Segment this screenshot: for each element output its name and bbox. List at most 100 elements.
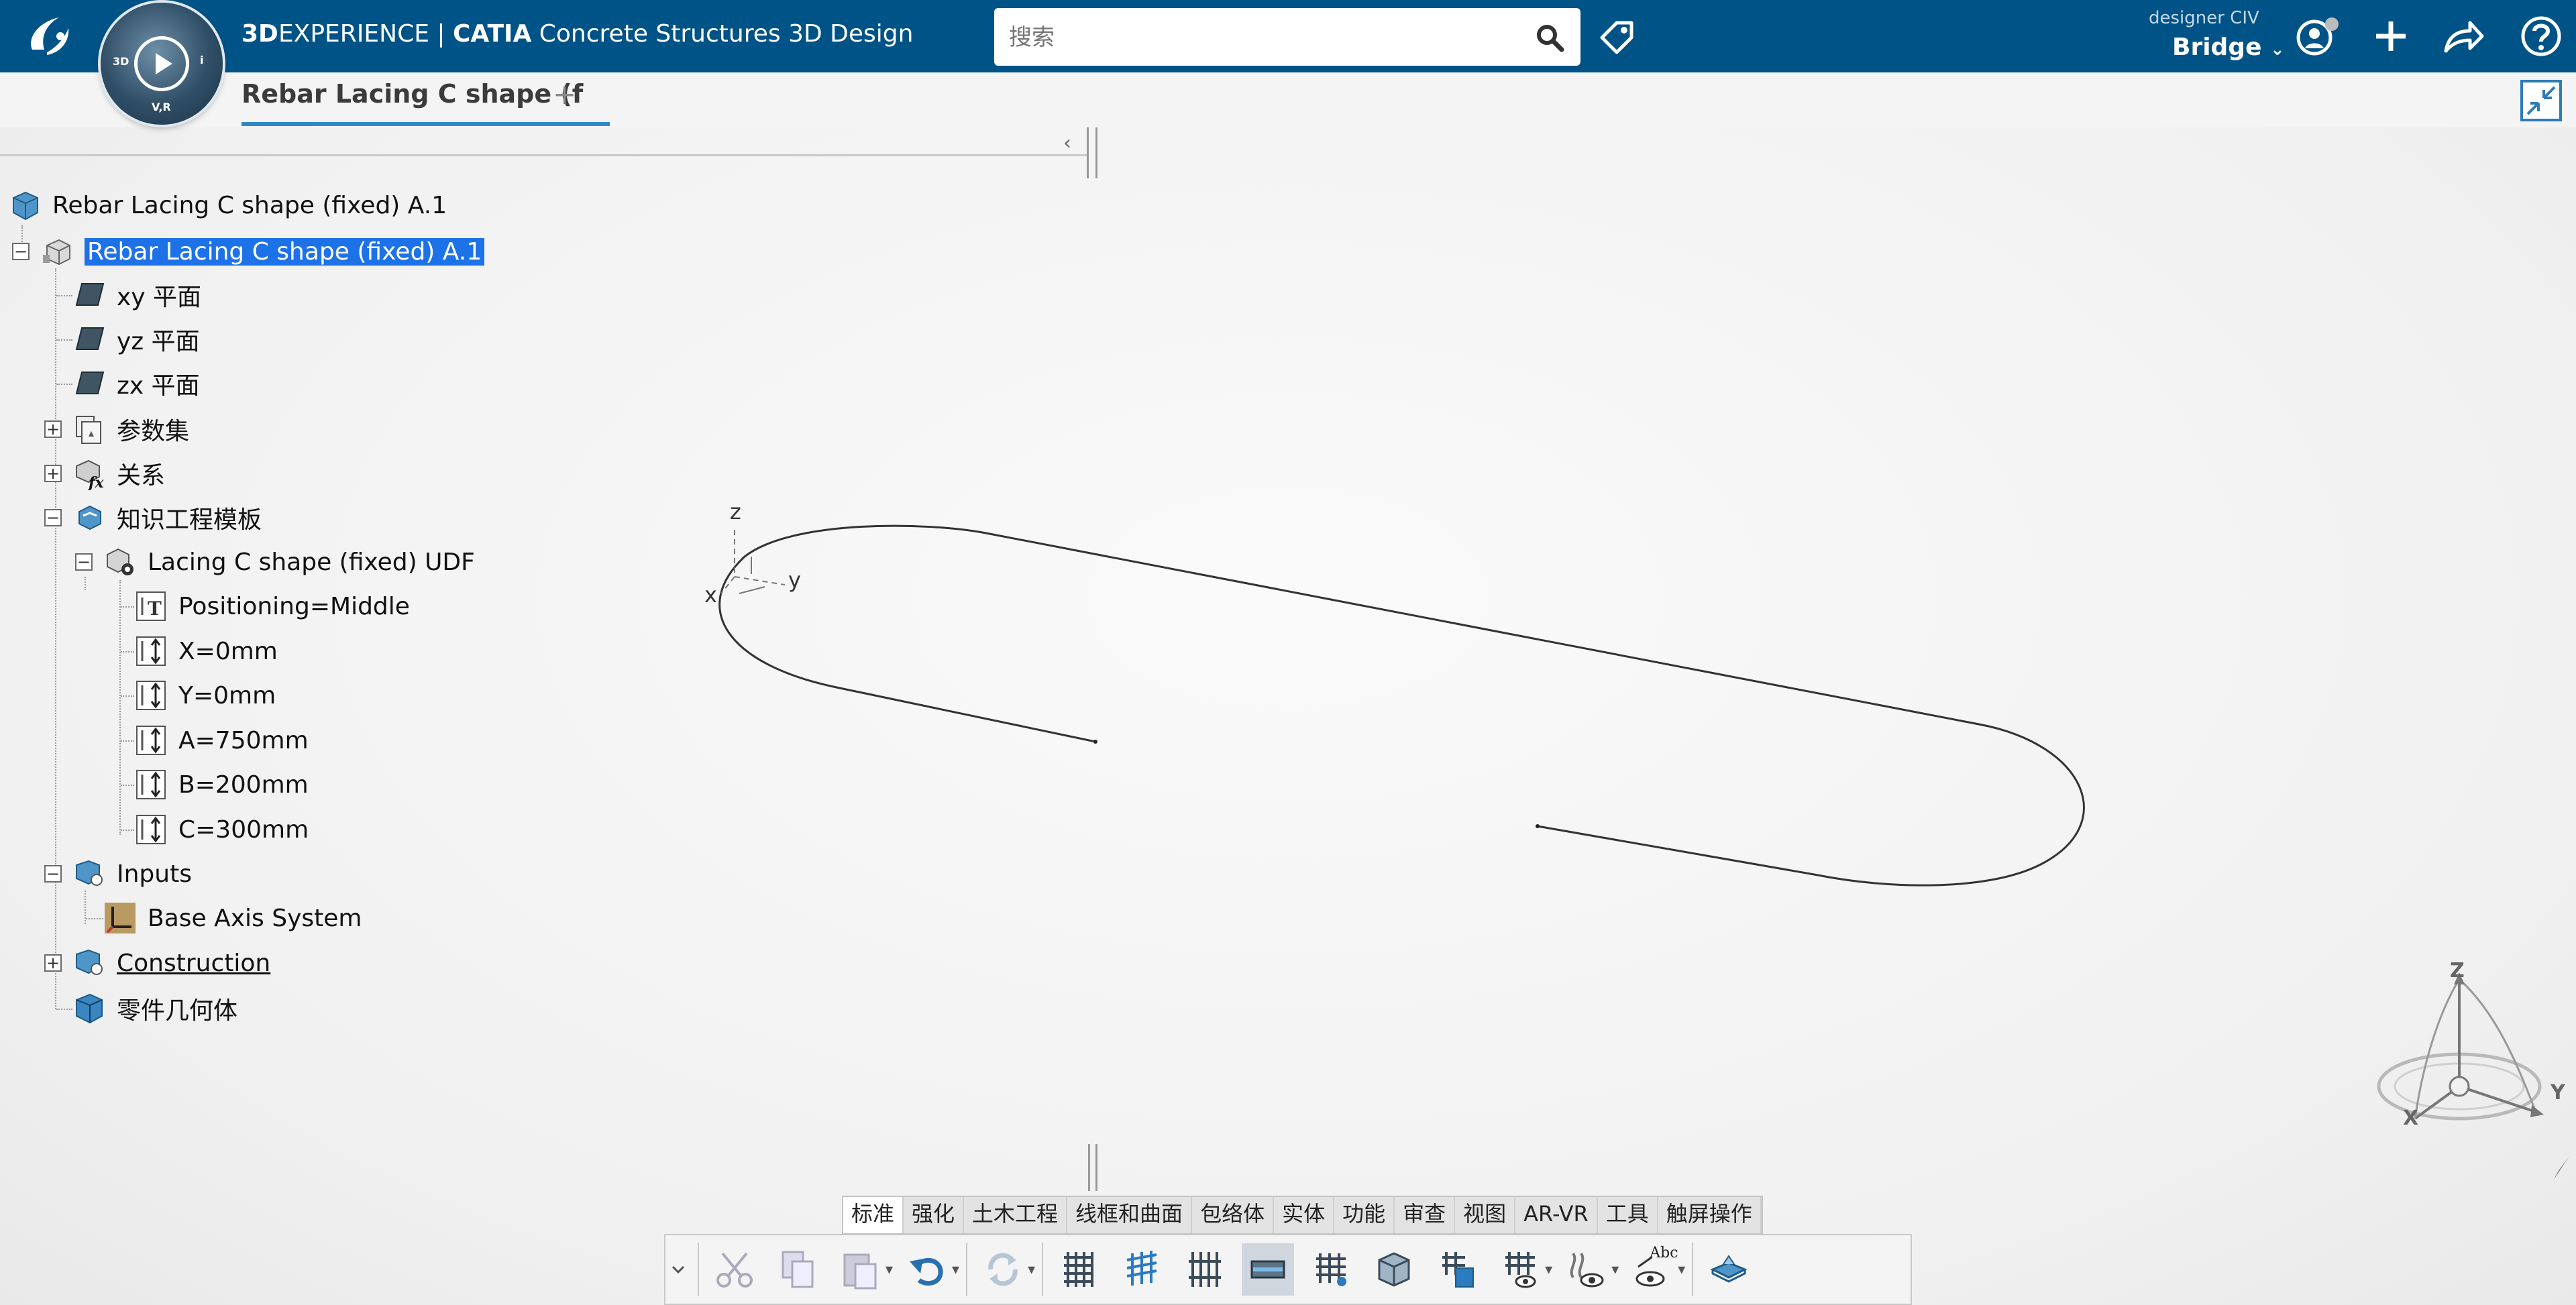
paste-button[interactable] xyxy=(835,1243,887,1296)
tree-item-label: zx 平面 xyxy=(117,372,200,400)
tree-item-label: 知识工程模板 xyxy=(117,506,262,534)
rebar-cage-icon xyxy=(1378,1252,1410,1287)
rebar-visibility-icon xyxy=(1505,1252,1536,1288)
tree-item-parameters[interactable]: 参数集 xyxy=(72,409,189,449)
undo-button[interactable] xyxy=(901,1243,953,1296)
category-tab-solid[interactable]: 实体 xyxy=(1274,1197,1335,1233)
tree-item-label: 关系 xyxy=(117,462,166,490)
expand-toggle-relations[interactable]: + xyxy=(44,465,62,482)
tree-item-xy-plane[interactable]: xy 平面 xyxy=(72,275,201,315)
expand-toggle-parameters[interactable]: + xyxy=(44,420,62,438)
length-parameter-icon xyxy=(134,634,168,668)
action-bar-splitter[interactable] xyxy=(1088,1144,1097,1191)
plane-icon xyxy=(72,367,106,400)
category-tab-ar-vr[interactable]: AR-VR xyxy=(1515,1197,1598,1233)
collapse-toggle-part[interactable]: − xyxy=(12,243,30,260)
tree-item-label: Base Axis System xyxy=(148,904,362,932)
collapse-toggle-kt-templates[interactable]: − xyxy=(44,509,62,526)
axis-label-x: x xyxy=(704,582,717,608)
assembly-button[interactable] xyxy=(1703,1243,1755,1296)
tree-root[interactable]: Rebar Lacing C shape (fixed) A.1 xyxy=(8,185,447,225)
rebar-distribution-icon xyxy=(1316,1253,1347,1286)
tree-root-label: Rebar Lacing C shape (fixed) A.1 xyxy=(52,191,447,219)
tree-item-yz-plane[interactable]: yz 平面 xyxy=(72,319,200,359)
orientation-compass-icon[interactable] xyxy=(2368,952,2569,1133)
collapse-toggle-inputs[interactable]: − xyxy=(44,865,62,883)
tree-item-label: Construction xyxy=(117,949,271,977)
rebar-set-button[interactable] xyxy=(1179,1243,1231,1296)
update-icon xyxy=(988,1253,1018,1286)
annotation-text-label: Abc xyxy=(1650,1245,1678,1261)
compass-x-label: X xyxy=(2403,1107,2419,1130)
category-tab-standard[interactable]: 标准 xyxy=(843,1197,904,1233)
category-tab-review[interactable]: 审查 xyxy=(1395,1197,1456,1233)
tree-item-zx-plane[interactable]: zx 平面 xyxy=(72,363,200,404)
compass-widget[interactable]: 3D V,R i xyxy=(101,3,223,125)
category-tab-function[interactable]: 功能 xyxy=(1334,1197,1395,1233)
expand-toggle-construction[interactable]: + xyxy=(44,954,62,972)
tree-item-construction[interactable]: Construction xyxy=(72,943,270,983)
knowledge-template-icon xyxy=(72,501,106,534)
udf-icon xyxy=(103,545,137,579)
tree-item-label: Rebar Lacing C shape (fixed) A.1 xyxy=(85,237,485,266)
tree-item-label: B=200mm xyxy=(178,771,309,799)
category-tab-envelope[interactable]: 包络体 xyxy=(1192,1197,1275,1233)
tree-item-kt-templates[interactable]: 知识工程模板 xyxy=(72,498,262,538)
play-icon[interactable] xyxy=(134,36,189,91)
length-parameter-icon xyxy=(134,768,168,801)
category-tab-wireframe-surface[interactable]: 线框和曲面 xyxy=(1067,1197,1193,1233)
tree-item-part[interactable]: Rebar Lacing C shape (fixed) A.1 xyxy=(40,231,485,272)
tree-item-positioning[interactable]: T Positioning=Middle xyxy=(134,586,410,626)
rebar-visibility-button[interactable] xyxy=(1494,1243,1546,1296)
tree-item-label: 参数集 xyxy=(117,418,190,445)
cut-button[interactable] xyxy=(708,1243,761,1296)
axis-system-icon xyxy=(103,901,137,935)
rebar-layout-button[interactable] xyxy=(1116,1243,1168,1296)
category-tab-touch[interactable]: 触屏操作 xyxy=(1658,1197,1762,1233)
category-tab-tools[interactable]: 工具 xyxy=(1598,1197,1658,1233)
scissors-icon xyxy=(716,1252,753,1288)
relations-icon: fx xyxy=(72,457,106,492)
rebar-mesh-icon xyxy=(1064,1252,1094,1287)
category-tab-reinforcement[interactable]: 强化 xyxy=(904,1197,965,1233)
body-icon xyxy=(72,992,106,1025)
rebar-lacing-button[interactable] xyxy=(1242,1243,1295,1296)
tree-item-x-param[interactable]: X=0mm xyxy=(134,631,278,671)
tree-item-b-param[interactable]: B=200mm xyxy=(134,764,309,805)
tree-item-label: yz 平面 xyxy=(117,328,200,355)
tree-item-a-param[interactable]: A=750mm xyxy=(134,720,309,760)
tree-item-base-axis[interactable]: Base Axis System xyxy=(103,898,362,938)
tree-item-label: A=750mm xyxy=(178,726,309,754)
tree-item-udf[interactable]: Lacing C shape (fixed) UDF xyxy=(103,542,475,582)
compass-z-label: Z xyxy=(2450,959,2465,982)
toolbar-separator xyxy=(698,1243,699,1296)
rebar-cage-button[interactable] xyxy=(1368,1243,1420,1296)
tree-item-label: Y=0mm xyxy=(178,681,276,710)
tree-item-part-body[interactable]: 零件几何体 xyxy=(72,988,237,1029)
undo-icon xyxy=(910,1257,943,1286)
category-tab-civil[interactable]: 土木工程 xyxy=(964,1197,1068,1233)
tree-item-inputs[interactable]: Inputs xyxy=(72,854,192,894)
copy-button[interactable] xyxy=(771,1243,824,1296)
annotation-button[interactable]: Abc xyxy=(1627,1243,1679,1296)
rebar-set-icon xyxy=(1189,1252,1222,1287)
length-parameter-icon xyxy=(134,679,168,712)
tree-item-c-param[interactable]: C=300mm xyxy=(134,809,309,850)
rebar-distribution-button[interactable] xyxy=(1305,1243,1357,1296)
category-tab-view[interactable]: 视图 xyxy=(1455,1197,1516,1233)
update-button[interactable] xyxy=(977,1243,1029,1296)
rebar-grid-button[interactable] xyxy=(1053,1243,1105,1296)
action-bar-menu-button[interactable] xyxy=(668,1243,688,1296)
tree-item-relations[interactable]: fx 关系 xyxy=(72,453,165,494)
parameters-icon xyxy=(72,412,106,446)
tree-item-y-param[interactable]: Y=0mm xyxy=(134,675,276,716)
pointer-icon[interactable] xyxy=(2549,1153,2572,1183)
hide-show-button[interactable] xyxy=(1560,1243,1613,1296)
rebar-lacing-icon xyxy=(1250,1260,1285,1279)
length-parameter-icon xyxy=(134,724,168,757)
action-bar-categories: 标准 强化 土木工程 线框和曲面 包络体 实体 功能 审查 视图 AR-VR 工… xyxy=(842,1196,1763,1235)
tree-item-label: Inputs xyxy=(117,860,192,888)
rebar-schedule-button[interactable] xyxy=(1431,1243,1483,1296)
collapse-toggle-udf[interactable]: − xyxy=(75,553,93,571)
axis-label-z: z xyxy=(730,499,741,524)
